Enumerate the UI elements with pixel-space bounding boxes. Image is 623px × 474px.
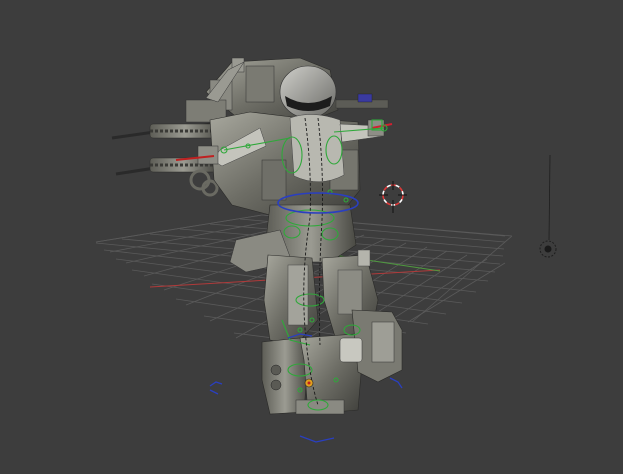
3d-viewport[interactable] <box>0 0 623 474</box>
viewport-canvas[interactable] <box>0 0 623 474</box>
pilot-helmet <box>279 65 337 119</box>
pivot-point-icon <box>304 378 314 388</box>
lamp-object[interactable] <box>539 154 557 258</box>
3d-cursor-icon[interactable] <box>379 181 407 213</box>
mech-robot-mesh[interactable] <box>111 57 403 415</box>
